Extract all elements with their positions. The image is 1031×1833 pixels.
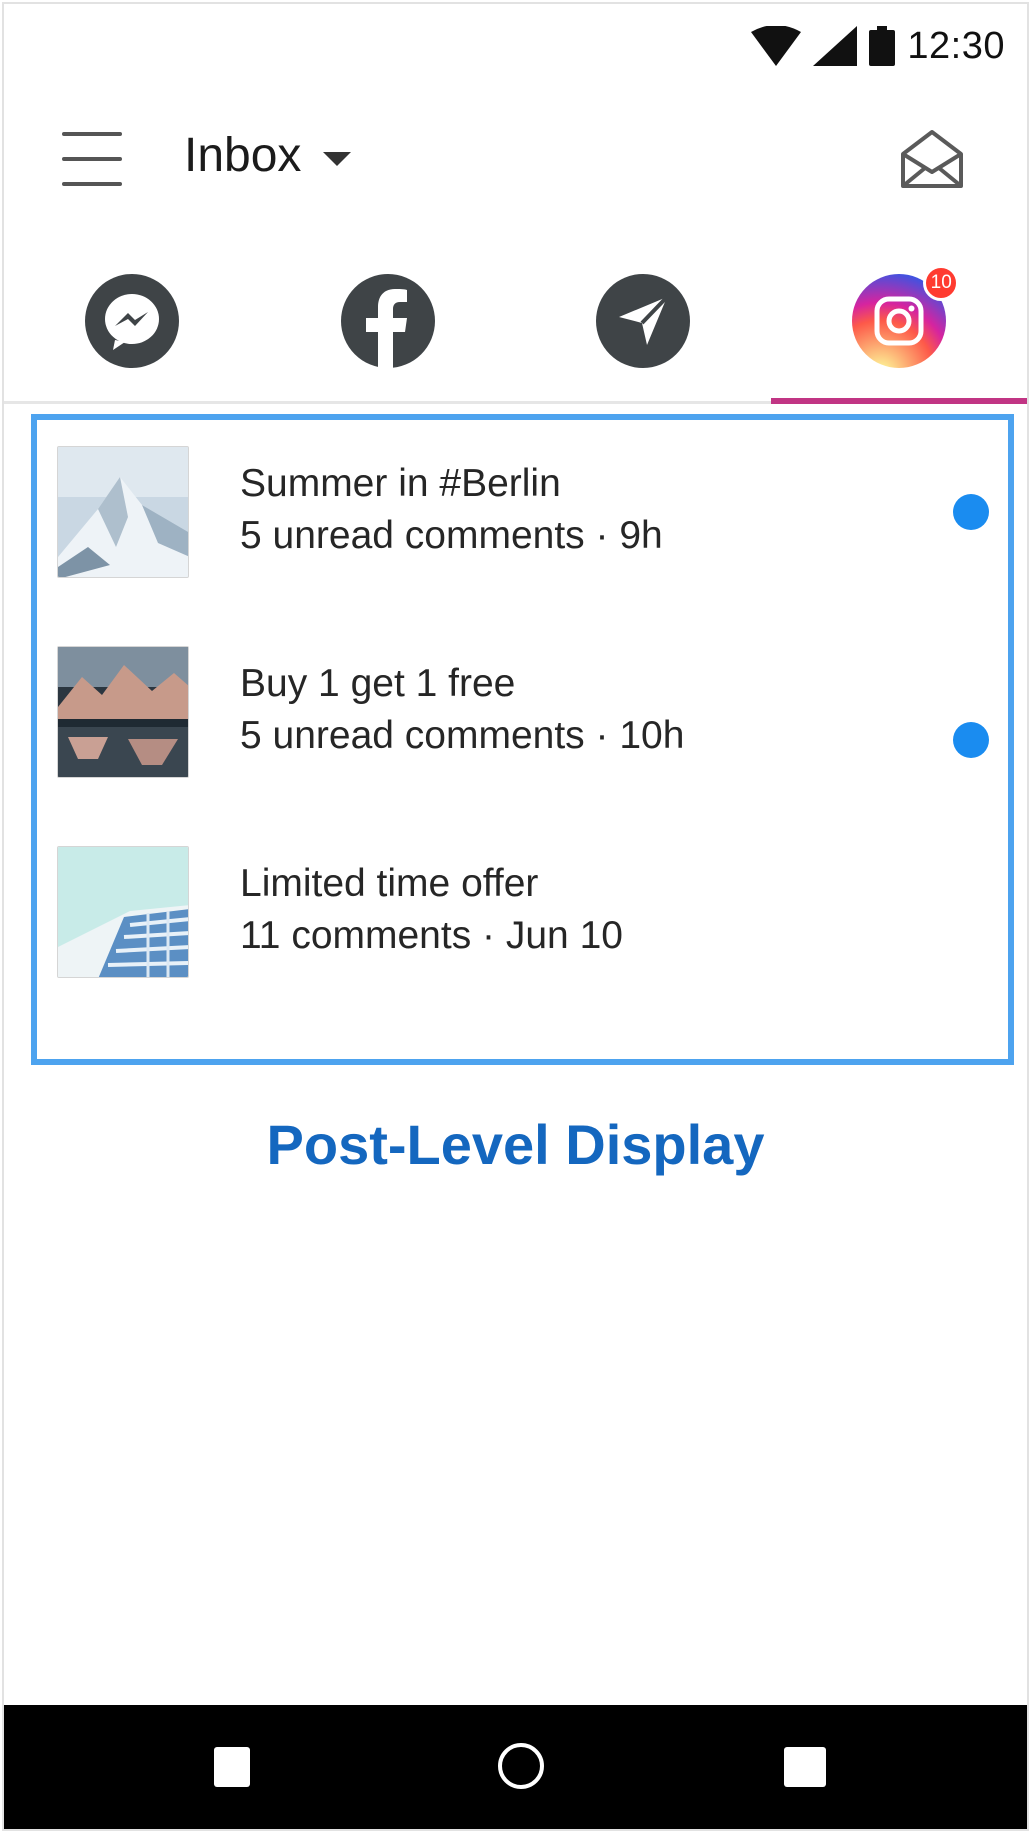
list-item[interactable]: Buy 1 get 1 free 5 unread comments · 10h (57, 646, 997, 778)
phone-screen: 12:30 Inbox 10 Summer in #Berlin 5 unrea… (2, 2, 1029, 1831)
hamburger-menu-icon[interactable] (62, 132, 122, 186)
status-time: 12:30 (907, 24, 1005, 67)
post-thumbnail (57, 646, 189, 778)
post-subtitle: 5 unread comments · 10h (240, 714, 685, 757)
post-title: Summer in #Berlin (240, 462, 561, 505)
status-icons: 12:30 (751, 24, 1005, 68)
battery-icon (869, 26, 896, 66)
unread-indicator (953, 494, 989, 530)
notification-badge: 10 (923, 265, 960, 301)
post-subtitle: 11 comments · Jun 10 (240, 914, 623, 957)
list-item[interactable]: Summer in #Berlin 5 unread comments · 9h (57, 446, 997, 578)
unread-indicator (953, 722, 989, 758)
messenger-icon (84, 274, 179, 368)
recent-apps-button[interactable] (784, 1747, 826, 1787)
figure-caption: Post-Level Display (266, 1113, 765, 1176)
inbox-title: Inbox (184, 129, 302, 182)
tab-direct-send[interactable] (516, 234, 772, 401)
signal-icon (813, 26, 858, 66)
post-title: Buy 1 get 1 free (240, 662, 516, 705)
app-bar: Inbox (4, 88, 1027, 234)
home-button[interactable] (498, 1743, 544, 1789)
wifi-icon (751, 26, 802, 66)
channel-tabs: 10 (4, 234, 1027, 404)
post-thumbnail (57, 846, 189, 978)
inbox-dropdown[interactable]: Inbox (184, 128, 352, 183)
post-title: Limited time offer (240, 862, 539, 905)
send-icon (596, 274, 691, 368)
facebook-icon (340, 274, 435, 368)
post-list-highlight: Summer in #Berlin 5 unread comments · 9h… (31, 414, 1014, 1065)
status-bar: 12:30 (4, 4, 1027, 88)
list-item[interactable]: Limited time offer 11 comments · Jun 10 (57, 846, 997, 978)
tab-facebook[interactable] (260, 234, 516, 401)
tab-messenger[interactable] (4, 234, 260, 401)
tab-instagram[interactable]: 10 (771, 234, 1027, 404)
post-thumbnail (57, 446, 189, 578)
open-envelope-icon[interactable] (897, 124, 967, 194)
navigation-bar (4, 1705, 1027, 1829)
back-button[interactable] (214, 1747, 250, 1787)
caret-down-icon (323, 151, 352, 166)
post-subtitle: 5 unread comments · 9h (240, 514, 663, 557)
